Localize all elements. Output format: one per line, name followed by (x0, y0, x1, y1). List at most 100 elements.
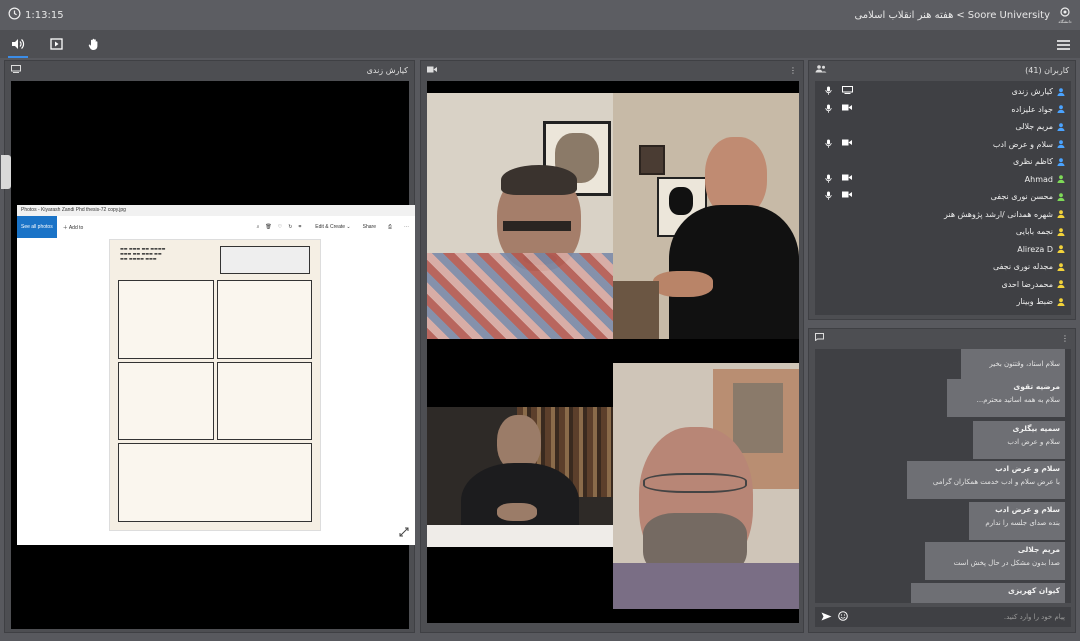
message-sender: مریم جلالی (1017, 545, 1060, 554)
user-name: محمدرضا احدی (1001, 279, 1053, 289)
user-name: Ahmad (1024, 174, 1053, 184)
chat-icon (815, 333, 824, 343)
monitor-icon (11, 65, 21, 75)
webcams-panel: ⋮ (420, 60, 804, 633)
user-name: ضبط وبینار (1016, 297, 1053, 307)
expand-icon[interactable] (399, 522, 409, 541)
clock-icon (8, 7, 21, 23)
emoji-icon[interactable] (838, 611, 848, 623)
menu-icon[interactable] (1057, 35, 1070, 54)
message-sender: سلام و عرض ادب (995, 505, 1060, 514)
camera-icon (427, 66, 437, 75)
share-button[interactable]: Share (363, 224, 376, 230)
microphone-icon (825, 174, 832, 185)
chat-message-input[interactable]: پیام خود را وارد کنید. (1004, 613, 1065, 621)
see-all-photos-button[interactable]: See all photos (17, 216, 57, 238)
chat-more-icon[interactable]: ⋮ (1061, 334, 1069, 343)
zoom-icon[interactable]: ⌕ (257, 224, 260, 230)
webcam-tile[interactable] (613, 363, 799, 609)
favorite-icon[interactable]: ♡ (278, 224, 282, 230)
webcam-icon (842, 174, 852, 185)
chat-message: مرضیه تقوی سلام به همه اساتید محترم... (947, 379, 1065, 417)
message-text: سلام و عرض ادب (1007, 438, 1060, 446)
comic-panel (216, 280, 312, 359)
chat-message: سلام استاد، وقتتون بخیر (961, 349, 1065, 381)
user-icon (1057, 263, 1065, 271)
user-row[interactable]: Ahmad (815, 171, 1071, 189)
presentation-icon[interactable] (48, 36, 64, 52)
message-sender: مرضیه تقوی (1013, 382, 1060, 391)
webcam-tile[interactable] (427, 407, 613, 547)
message-text: صدا بدون مشکل در حال پخش است (953, 559, 1060, 567)
user-name: کاظم نظری (1013, 157, 1053, 167)
add-to-button[interactable]: ＋ Add to (63, 224, 84, 231)
rotate-icon[interactable]: ↻ (288, 224, 292, 230)
presenter-name: کیارش زندی (366, 65, 408, 75)
user-icon (1057, 228, 1065, 236)
microphone-icon (825, 86, 832, 97)
user-name: Alireza D (1017, 244, 1053, 254)
chat-message: کیوان کهریزی (911, 583, 1065, 603)
user-icon (1057, 88, 1065, 96)
user-row[interactable]: شهره همدانی /ارشد پژوهش هنر (815, 206, 1071, 224)
edit-create-button[interactable]: Edit & Create ⌄ (315, 224, 350, 230)
user-row[interactable]: محمدرضا احدی (815, 276, 1071, 294)
webcam-icon (842, 139, 852, 150)
comic-panel (118, 443, 312, 522)
more-icon[interactable]: ⋯ (404, 224, 409, 230)
message-text: سلام استاد، وقتتون بخیر (989, 360, 1060, 368)
message-sender: سمیه بیگلری (1012, 424, 1060, 433)
crop-icon[interactable]: ⌗ (298, 224, 301, 230)
user-icon (1057, 210, 1065, 219)
message-text: با عرض سلام و ادب خدمت همکاران گرامی (932, 478, 1060, 486)
user-icon (1057, 175, 1065, 184)
user-name: سلام و عرض ادب (992, 139, 1053, 149)
user-row[interactable]: سلام و عرض ادب (815, 136, 1071, 154)
user-icon (1057, 123, 1065, 131)
breadcrumb: Soore University > هفته هنر انقلاب اسلام… (854, 9, 1050, 21)
user-name: جواد علیزاده (1011, 104, 1053, 114)
user-row[interactable]: نجمه بابایی (815, 223, 1071, 241)
user-row[interactable]: کیارش زندی (815, 83, 1071, 101)
user-row[interactable]: جواد علیزاده (815, 101, 1071, 119)
meeting-toolbar (0, 30, 1080, 58)
user-row[interactable]: کاظم نظری (815, 153, 1071, 171)
chat-messages: سلام استاد، وقتتون بخیر مرضیه تقوی سلام به… (815, 349, 1071, 603)
message-sender: سلام و عرض ادب (995, 464, 1060, 473)
side-drawer-handle[interactable] (1, 155, 11, 189)
raise-hand-icon[interactable] (86, 36, 102, 52)
webcam-tile[interactable] (427, 93, 613, 339)
user-icon (1057, 158, 1065, 166)
user-row[interactable]: مریم جلالی (815, 118, 1071, 136)
user-name: نجمه بابایی (1015, 227, 1053, 237)
breadcrumb-event[interactable]: هفته هنر انقلاب اسلامی (854, 10, 953, 21)
video-grid (427, 81, 799, 623)
chat-input-bar: پیام خود را وارد کنید. (815, 607, 1071, 627)
photos-app-window: Photos - Kiyarash Zandi Phd thesis-72 co… (17, 205, 415, 545)
breadcrumb-university[interactable]: Soore University (968, 10, 1050, 21)
webcam-tile[interactable] (613, 93, 799, 339)
user-row[interactable]: ضبط وبینار (815, 293, 1071, 311)
delete-icon[interactable]: 🗑 (265, 224, 271, 230)
chat-message: سلام و عرض ادب با عرض سلام و ادب خدمت همک… (907, 461, 1065, 499)
send-icon[interactable] (821, 612, 832, 623)
user-name: مریم جلالی (1015, 122, 1053, 132)
comic-panel (118, 361, 214, 441)
message-text: بنده صدای جلسه را ندارم (985, 519, 1060, 527)
university-logo-icon: دانشگاه (1058, 6, 1072, 24)
microphone-icon (825, 104, 832, 115)
webcam-icon (842, 104, 852, 115)
speaker-icon[interactable] (8, 36, 28, 58)
user-row[interactable]: محسن نوری نجفی (815, 188, 1071, 206)
comic-panel (118, 280, 214, 359)
screen-share-panel: کیارش زندی Photos - Kiyarash Zandi Phd t… (1, 60, 415, 633)
shared-screen: Photos - Kiyarash Zandi Phd thesis-72 co… (11, 81, 415, 629)
user-row[interactable]: مجدله نوری نجفی (815, 258, 1071, 276)
session-timer: 1:13:15 (25, 9, 64, 21)
user-icon (1057, 280, 1065, 289)
user-row[interactable]: Alireza D (815, 241, 1071, 259)
user-name: مجدله نوری نجفی (992, 262, 1053, 272)
print-icon[interactable]: ⎙ (388, 224, 392, 230)
comic-panel (216, 361, 312, 441)
more-options-icon[interactable]: ⋮ (789, 66, 797, 75)
